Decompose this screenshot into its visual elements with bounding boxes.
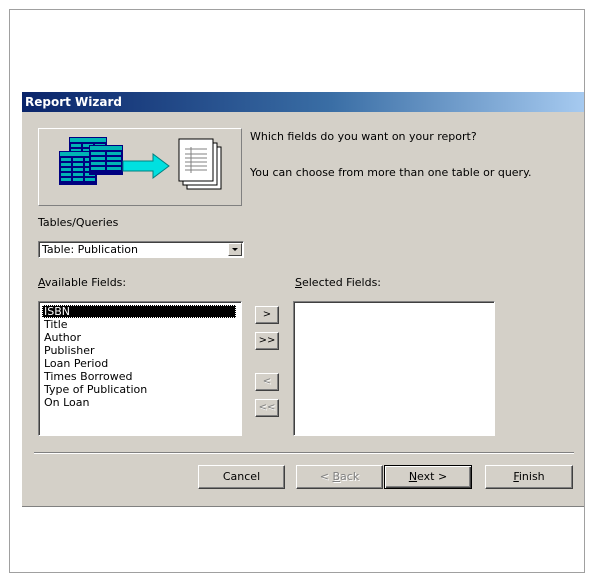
remove-all-fields-button[interactable]: <<	[255, 399, 279, 417]
available-fields-list[interactable]: ISBN Title Author Publisher Loan Period …	[38, 301, 242, 436]
selected-fields-label: Selected Fields:	[295, 276, 382, 289]
remove-field-button[interactable]: <	[255, 373, 279, 391]
window-title: Report Wizard	[22, 92, 584, 112]
finish-button[interactable]: Finish	[485, 465, 573, 489]
wizard-illustration	[38, 128, 242, 206]
back-button[interactable]: < Back	[296, 465, 383, 489]
cancel-button[interactable]: Cancel	[198, 465, 285, 489]
list-item[interactable]: Times Borrowed	[42, 370, 135, 383]
add-all-fields-button[interactable]: >>	[255, 332, 279, 350]
list-item[interactable]: On Loan	[42, 396, 92, 409]
list-item[interactable]: Type of Publication	[42, 383, 149, 396]
add-field-button[interactable]: >	[255, 306, 279, 324]
combo-dropdown-button[interactable]	[228, 243, 242, 256]
list-item[interactable]: Loan Period	[42, 357, 110, 370]
tables-queries-value: Table: Publication	[42, 243, 139, 256]
list-item[interactable]: Title	[42, 318, 70, 331]
selected-fields-list[interactable]	[293, 301, 495, 436]
available-fields-label: Available Fields:	[38, 276, 127, 289]
next-button[interactable]: Next >	[384, 465, 472, 489]
question-line-1: Which fields do you want on your report?	[250, 130, 477, 143]
question-line-2: You can choose from more than one table …	[250, 166, 532, 179]
report-wizard-dialog: Report Wizard Which fields do you want o…	[22, 92, 584, 507]
list-item[interactable]: Author	[42, 331, 83, 344]
tables-queries-combo[interactable]: Table: Publication	[38, 241, 244, 258]
list-item[interactable]: ISBN	[42, 305, 236, 318]
tables-to-report-icon	[59, 137, 222, 190]
tables-queries-label: Tables/Queries	[38, 216, 119, 229]
footer-divider	[34, 452, 574, 454]
list-item[interactable]: Publisher	[42, 344, 97, 357]
chevron-down-icon	[232, 248, 238, 251]
